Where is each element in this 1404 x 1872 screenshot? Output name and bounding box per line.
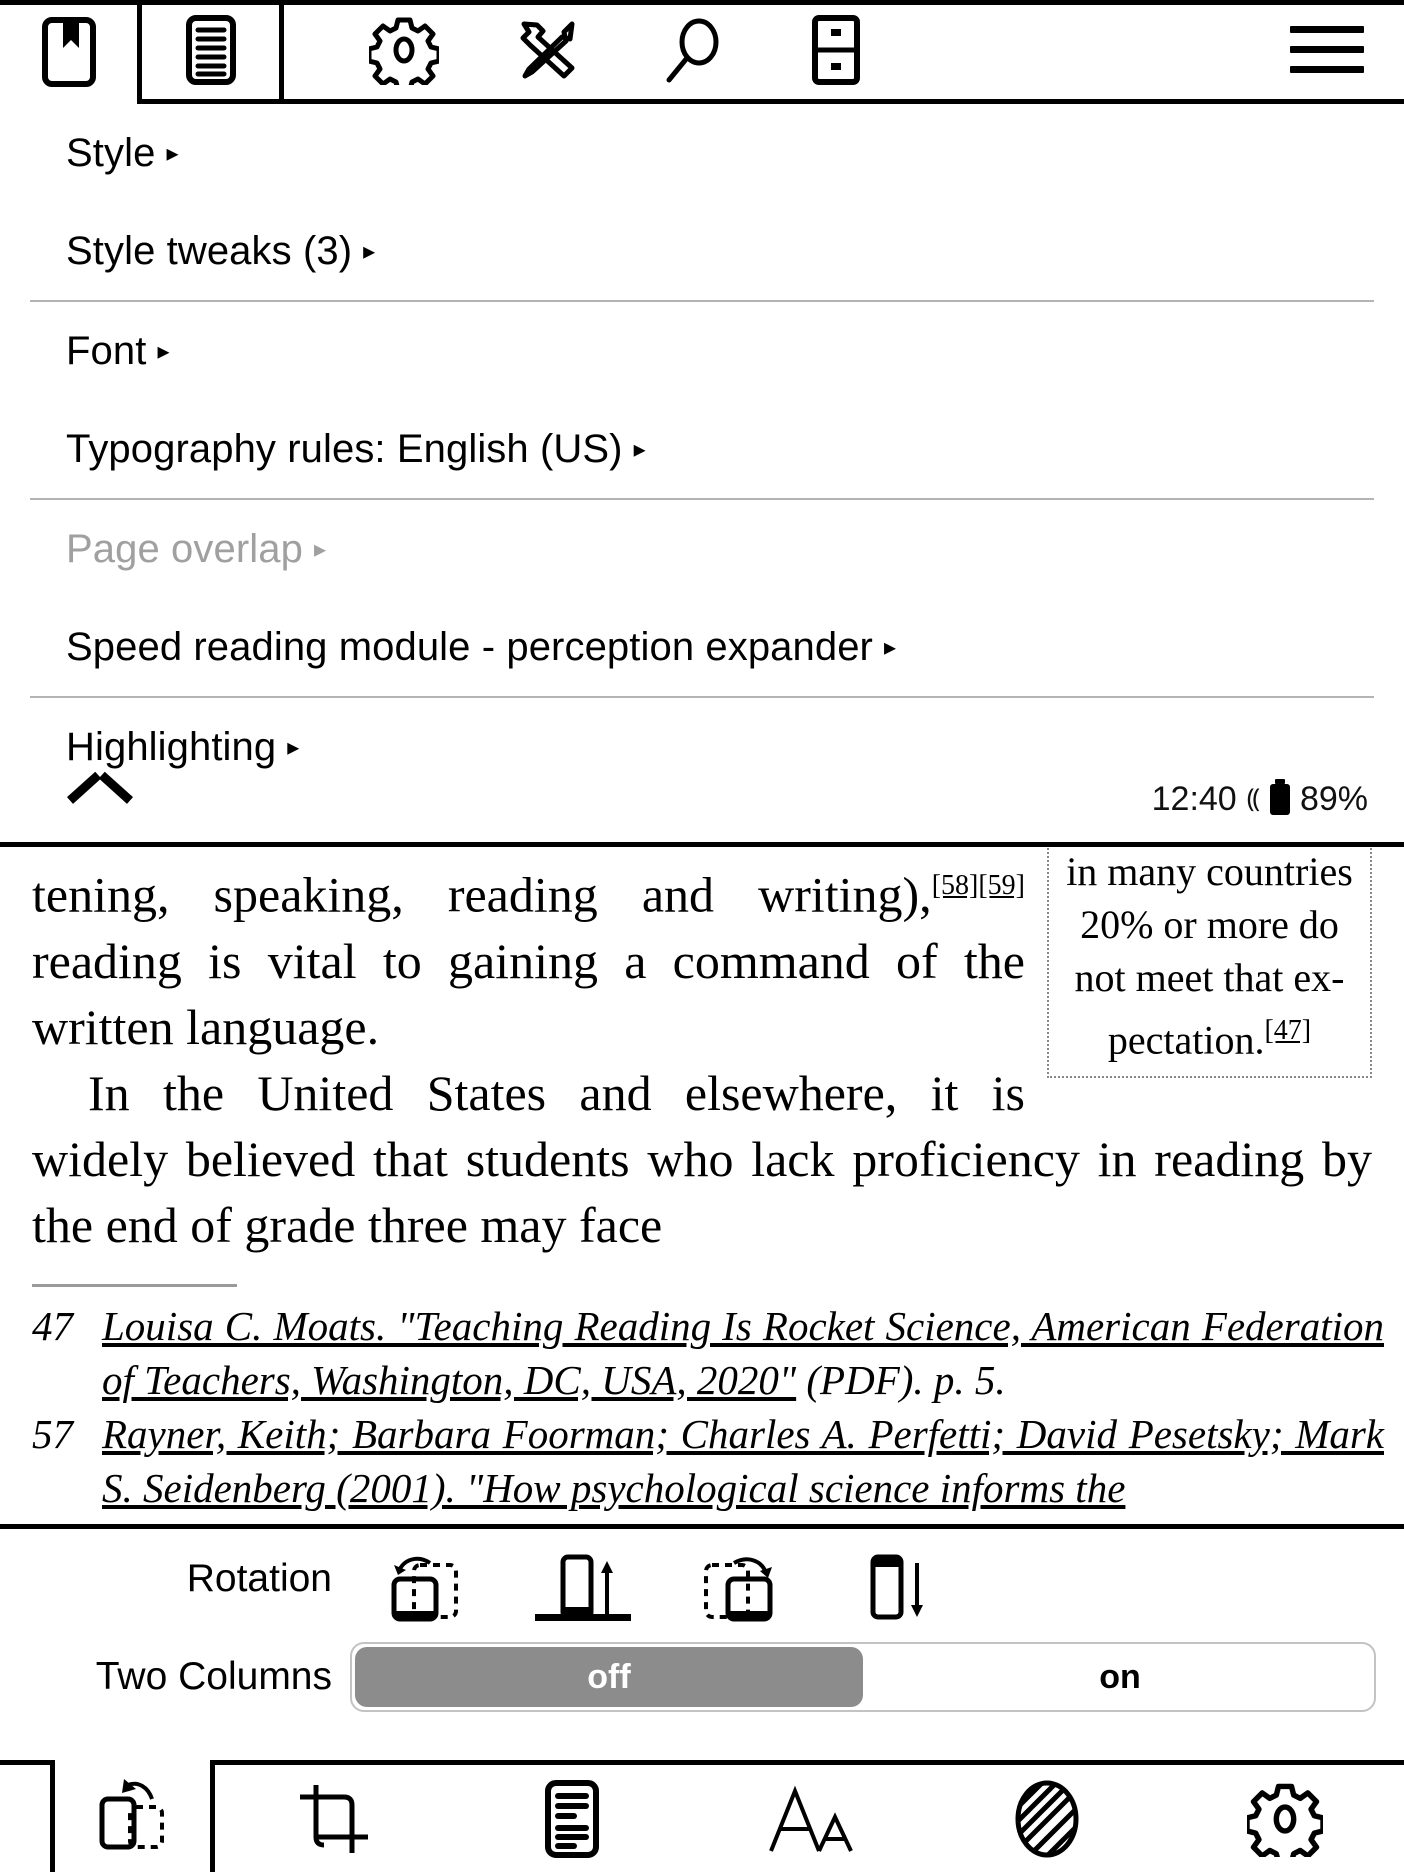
two-columns-option-off[interactable]: off — [355, 1647, 863, 1707]
book-content-area[interactable]: in many countries 20% or more do not mee… — [0, 842, 1404, 1524]
menu-item-style-tweaks[interactable]: Style tweaks (3) ▸ — [0, 202, 1404, 300]
bottom-nav-bar — [0, 1760, 1404, 1872]
body-text: in many countries 20% or more do not mee… — [0, 847, 1404, 1258]
chevron-up-icon[interactable] — [70, 782, 130, 816]
rotation-option-portrait-up[interactable] — [505, 1531, 660, 1627]
document-lines-icon — [185, 14, 237, 86]
status-bar: 12:40 ⸨ 89% — [0, 756, 1404, 842]
footnote-link[interactable]: Louisa C. Moats. "Teaching Reading Is Ro… — [102, 1303, 1384, 1403]
tools-icon[interactable] — [476, 0, 620, 102]
menu-item-typography-rules[interactable]: Typography rules: English (US) ▸ — [0, 400, 1404, 498]
sidebox-reference[interactable]: [47] — [1264, 1015, 1311, 1046]
device-rotate-icon — [90, 1777, 176, 1855]
battery-percent-label: 89% — [1299, 779, 1368, 818]
tab-document[interactable] — [142, 0, 284, 104]
menu-item-speed-reading-module[interactable]: Speed reading module - perception expand… — [0, 598, 1404, 696]
nav-item-contrast[interactable] — [928, 1765, 1166, 1872]
nav-item-settings[interactable] — [1166, 1765, 1404, 1872]
rotation-options — [350, 1531, 970, 1627]
rotation-option-rotate-cw[interactable] — [660, 1531, 815, 1627]
gear-icon[interactable] — [332, 0, 476, 102]
bookmark-page-icon — [41, 16, 97, 88]
nav-item-rotation[interactable] — [55, 1760, 215, 1872]
paragraph-2: In the United States and elsewhere, it i… — [32, 1064, 1372, 1253]
footnote-item: 47 Louisa C. Moats. "Teaching Reading Is… — [32, 1299, 1384, 1407]
menu-item-label: Speed reading module - perception expand… — [66, 624, 873, 669]
chevron-right-icon: ▸ — [166, 140, 179, 167]
reference-58[interactable]: [58] — [932, 870, 979, 901]
charging-bolt-icon: ⸨ — [1246, 783, 1260, 813]
two-columns-row: Two Columns off on — [0, 1629, 1404, 1725]
two-columns-option-on[interactable]: on — [866, 1644, 1374, 1710]
selected-indicator — [534, 1614, 631, 1621]
footnote-link[interactable]: Rayner, Keith; Barbara Foorman; Charles … — [102, 1411, 1384, 1511]
footnote-tail: (PDF). p. 5. — [796, 1356, 1006, 1403]
menu-item-page-overlap: Page overlap ▸ — [0, 500, 1404, 598]
tab-bookmark[interactable] — [0, 0, 142, 104]
top-toolbar — [0, 0, 1404, 104]
nav-item-font-size[interactable] — [691, 1765, 929, 1872]
paragraph-1-part-a: tening, speaking, reading and writing), — [32, 866, 932, 923]
footnote-number: 57 — [32, 1410, 73, 1457]
chevron-right-icon: ▸ — [363, 238, 376, 265]
rotation-label: Rotation — [186, 1557, 332, 1600]
menu-item-label: Style tweaks (3) — [66, 228, 353, 273]
nav-item-page[interactable] — [453, 1765, 691, 1872]
nav-left-spacer — [0, 1760, 55, 1872]
rotation-option-portrait-down[interactable] — [815, 1531, 970, 1627]
two-columns-label: Two Columns — [95, 1655, 332, 1698]
contrast-icon — [1009, 1776, 1085, 1862]
reference-59[interactable]: [59] — [978, 870, 1025, 901]
battery-icon — [1269, 783, 1290, 815]
rotation-row: Rotation — [0, 1529, 1404, 1629]
menu-item-label: Font — [66, 328, 147, 373]
ereader-screen: Style ▸ Style tweaks (3) ▸ Font ▸ Typogr… — [0, 0, 1404, 1872]
settings-menu-panel: Style ▸ Style tweaks (3) ▸ Font ▸ Typogr… — [0, 104, 1404, 842]
chevron-right-icon: ▸ — [883, 634, 897, 661]
footnote-text: Louisa C. Moats. "Teaching Reading Is Ro… — [102, 1299, 1384, 1407]
footnote-number: 47 — [32, 1302, 73, 1349]
nav-items — [215, 1760, 1404, 1872]
page-split-icon[interactable] — [764, 0, 908, 102]
page-text-icon — [542, 1778, 602, 1860]
footnote-text: Rayner, Keith; Barbara Foorman; Charles … — [102, 1407, 1384, 1515]
paragraph-1-part-b: reading is vital to gaining a command of… — [32, 932, 1025, 1055]
status-indicators: 12:40 ⸨ 89% — [1152, 780, 1368, 819]
gear-icon — [1247, 1781, 1324, 1857]
sidebar-callout-box: in many countries 20% or more do not mee… — [1047, 847, 1372, 1079]
chevron-right-icon: ▸ — [313, 536, 327, 563]
menu-item-label: Typography rules: English (US) — [66, 426, 623, 471]
footnote-separator — [32, 1283, 237, 1287]
two-columns-segmented-control: off on — [350, 1642, 1376, 1712]
footnote-item: 57 Rayner, Keith; Barbara Foorman; Charl… — [32, 1407, 1384, 1515]
menu-item-label: Style — [66, 130, 156, 175]
rotation-option-rotate-ccw[interactable] — [350, 1531, 505, 1627]
crop-icon — [294, 1779, 374, 1859]
menu-item-style[interactable]: Style ▸ — [0, 104, 1404, 202]
hamburger-menu-icon[interactable] — [1290, 26, 1364, 73]
menu-item-label: Page overlap — [66, 526, 303, 571]
menu-item-font[interactable]: Font ▸ — [0, 302, 1404, 400]
toolbar-tools — [284, 0, 1404, 104]
clock-label: 12:40 — [1151, 779, 1237, 818]
bottom-settings-panel: Rotation Two Columns off on — [0, 1524, 1404, 1760]
chevron-right-icon: ▸ — [157, 338, 170, 365]
magnifier-icon[interactable] — [620, 0, 764, 102]
chevron-right-icon: ▸ — [633, 436, 646, 463]
font-size-icon — [761, 1781, 857, 1857]
footnote-list: 47 Louisa C. Moats. "Teaching Reading Is… — [0, 1299, 1404, 1515]
nav-item-crop[interactable] — [215, 1765, 453, 1872]
